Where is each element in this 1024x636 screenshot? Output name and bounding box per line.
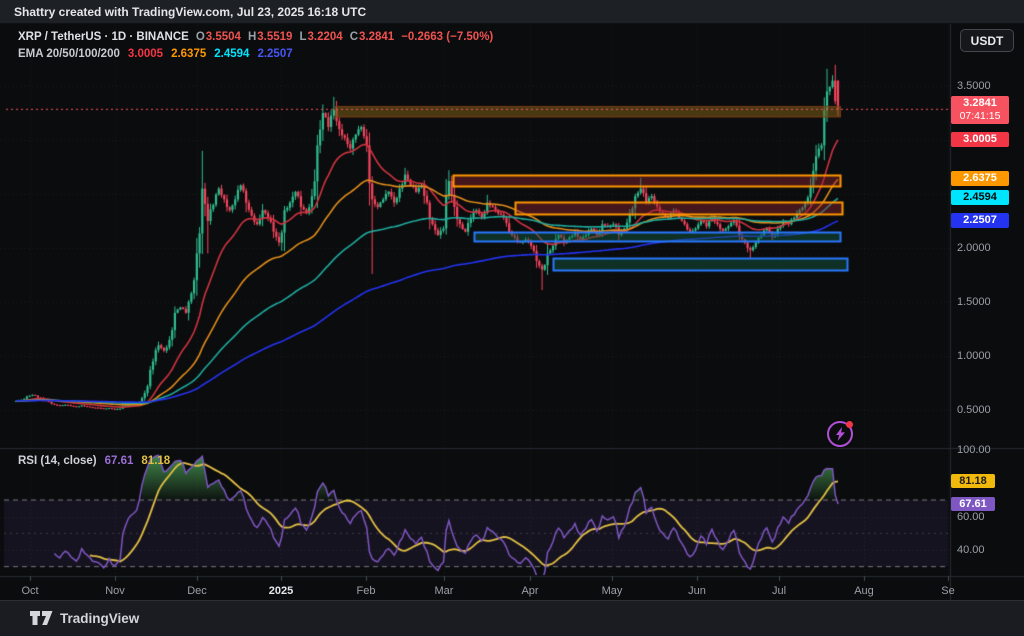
time-axis-label: May	[602, 585, 623, 597]
ohlc-field-label: C	[350, 31, 358, 43]
time-axis-label: Oct	[21, 585, 38, 597]
ohlc-field-value: 3.5519	[257, 31, 292, 43]
ema-legend-label: EMA 20/50/100/200	[18, 48, 120, 60]
currency-toggle-label: USDT	[971, 34, 1004, 48]
rsi-value: 81.18	[141, 455, 170, 467]
footer-bar: TradingView	[0, 600, 1024, 636]
time-axis-label: Nov	[105, 585, 125, 597]
symbol-legend: XRP / TetherUS · 1D · BINANCE O3.5504 H3.5…	[18, 31, 493, 43]
status-bar-text: Shattry created with TradingView.com, Ju…	[14, 5, 366, 19]
time-axis-label: Mar	[435, 585, 454, 597]
ema-value: 2.2507	[257, 48, 292, 60]
ema-value: 2.6375	[171, 48, 206, 60]
boost-flash-icon[interactable]	[827, 421, 853, 447]
time-axis-label: 2025	[269, 585, 293, 597]
price-axis-tick: 3.5000	[957, 80, 991, 92]
time-axis-label: Apr	[521, 585, 538, 597]
rsi-value: 67.61	[105, 455, 134, 467]
ema-legend: EMA 20/50/100/200 3.0005 2.6375 2.4594 2.250…	[18, 48, 293, 60]
symbol-title: XRP / TetherUS · 1D · BINANCE	[18, 31, 189, 43]
rsi-legend-label: RSI (14, close)	[18, 455, 97, 467]
rsi-axis-label: 67.61	[951, 497, 995, 511]
time-axis-label: Feb	[357, 585, 376, 597]
price-axis-tick: 1.5000	[957, 296, 991, 308]
status-bar: Shattry created with TradingView.com, Ju…	[0, 0, 1024, 24]
lightning-bolt-icon	[835, 427, 846, 441]
ema-values: 3.0005 2.6375 2.4594 2.2507	[120, 48, 293, 60]
ema-value: 2.4594	[214, 48, 249, 60]
time-axis-label: Aug	[854, 585, 874, 597]
price-axis-tick: 2.0000	[957, 242, 991, 254]
price-axis-tick: 0.5000	[957, 404, 991, 416]
price-axis-label: 2.2507	[951, 213, 1009, 228]
time-axis-label: Se	[941, 585, 954, 597]
chart-canvas[interactable]	[0, 24, 1024, 600]
ema-value: 3.0005	[128, 48, 163, 60]
rsi-axis-tick: 60.00	[957, 511, 985, 523]
ohlc-field-label: L	[299, 31, 306, 43]
rsi-axis-label: 81.18	[951, 474, 995, 488]
price-axis-label: 2.4594	[951, 190, 1009, 205]
countdown-timer: 07:41:15	[951, 110, 1009, 123]
rsi-axis-tick: 100.00	[957, 444, 991, 456]
ohlc-field-value: 3.2204	[308, 31, 343, 43]
ohlc-field-label: O	[196, 31, 205, 43]
change-value: −0.2663 (−7.50%)	[401, 31, 493, 43]
rsi-axis-tick: 40.00	[957, 544, 985, 556]
time-axis-label: Dec	[187, 585, 207, 597]
ohlc-field-label: H	[248, 31, 256, 43]
ohlc-values: O3.5504 H3.5519 L3.2204 C3.2841	[189, 31, 394, 43]
rsi-legend: RSI (14, close) 67.61 81.18	[18, 455, 170, 467]
price-axis-tick: 1.0000	[957, 350, 991, 362]
rsi-values: 67.61 81.18	[97, 455, 171, 467]
tradingview-screen: Shattry created with TradingView.com, Ju…	[0, 0, 1024, 636]
ohlc-field-value: 3.5504	[206, 31, 241, 43]
tradingview-logo-icon	[30, 611, 53, 626]
time-axis-label: Jul	[772, 585, 786, 597]
notification-dot	[846, 421, 853, 428]
tradingview-brand-label[interactable]: TradingView	[60, 611, 139, 626]
price-axis-label: 2.6375	[951, 171, 1009, 186]
price-axis-label: 3.0005	[951, 132, 1009, 147]
currency-toggle-button[interactable]: USDT	[960, 29, 1014, 52]
price-axis-label: 3.284107:41:15	[951, 96, 1009, 124]
time-axis-label: Jun	[688, 585, 706, 597]
ohlc-field-value: 3.2841	[359, 31, 394, 43]
